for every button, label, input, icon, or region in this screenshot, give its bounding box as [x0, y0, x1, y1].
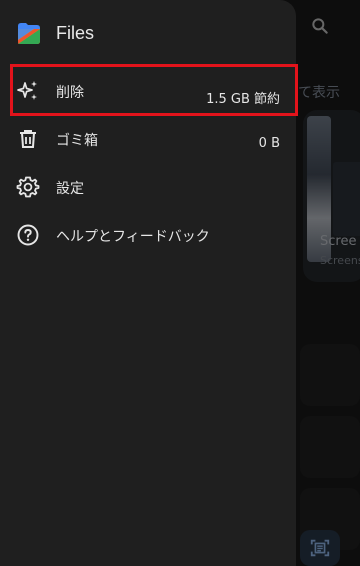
trash-size-value: 0 B: [258, 136, 280, 151]
drawer-header: Files: [16, 20, 94, 46]
trash-icon: [16, 127, 40, 151]
menu-item-label: 設定: [56, 181, 84, 197]
storage-saved-value: 1.5 GB 節約: [206, 92, 280, 107]
app-title: Files: [56, 22, 95, 43]
menu-item-clean[interactable]: 削除 1.5 GB 節約: [0, 67, 296, 115]
sparkle-icon: [16, 79, 40, 103]
gear-icon: [16, 175, 40, 199]
screen: て表示 Scree Screens: [0, 0, 360, 566]
navigation-drawer: Files 削除 1.5 GB 節約 ゴミ箱 0 B 設定 ヘルプとフィードバッ…: [0, 0, 296, 566]
files-app-logo: [16, 20, 42, 46]
menu-item-help[interactable]: ヘルプとフィードバック: [0, 211, 296, 259]
menu-item-settings[interactable]: 設定: [0, 163, 296, 211]
menu-item-label: ヘルプとフィードバック: [56, 229, 210, 245]
help-icon: [16, 223, 40, 247]
menu-item-trash[interactable]: ゴミ箱 0 B: [0, 115, 296, 163]
menu-item-label: 削除: [56, 85, 84, 101]
menu-item-label: ゴミ箱: [56, 133, 98, 149]
